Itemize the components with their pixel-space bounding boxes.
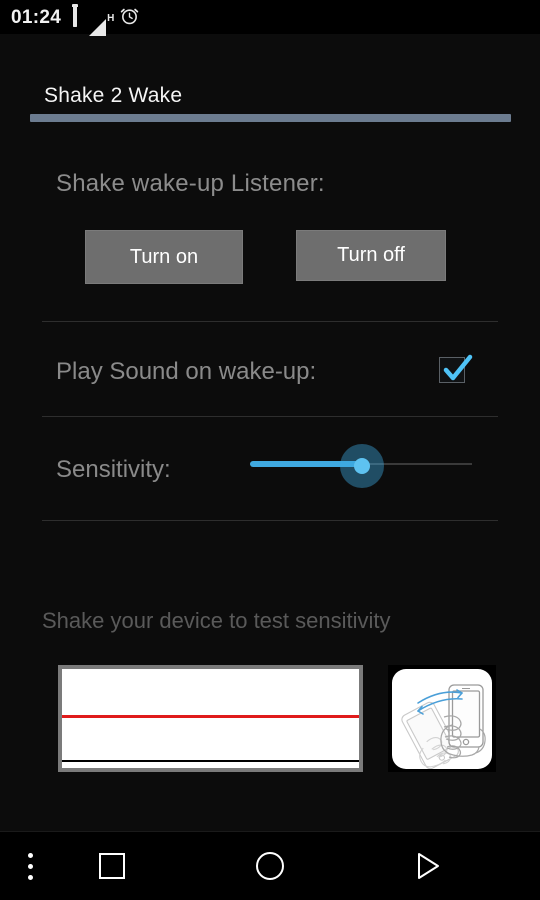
- section-divider: [42, 416, 498, 417]
- section-divider: [42, 520, 498, 521]
- navigation-bar: [0, 831, 540, 900]
- shake-phone-drawing: [401, 683, 486, 769]
- recents-square-icon[interactable]: [78, 832, 146, 900]
- play-triangle-icon: [418, 853, 439, 879]
- title-accent-bar: [30, 114, 511, 122]
- back-triangle-icon[interactable]: [394, 832, 462, 900]
- sensitivity-slider[interactable]: [250, 444, 472, 488]
- test-hint-label: Shake your device to test sensitivity: [42, 608, 391, 633]
- slider-thumb[interactable]: [354, 458, 370, 474]
- page-title: Shake 2 Wake: [44, 84, 183, 107]
- section-divider: [42, 321, 498, 322]
- play-sound-checkbox[interactable]: [439, 354, 473, 385]
- illustration-card: [392, 668, 492, 769]
- turn-on-button[interactable]: Turn on: [85, 230, 243, 284]
- home-circle-icon[interactable]: [236, 832, 304, 900]
- graph-baseline: [62, 760, 359, 762]
- play-sound-label: Play Sound on wake-up:: [56, 358, 317, 385]
- overflow-menu-icon[interactable]: [0, 832, 60, 900]
- turn-off-button[interactable]: Turn off: [296, 230, 446, 281]
- alarm-clock-icon: [101, 4, 140, 31]
- app-screen: 01:24 H Shake 2 Wake Shake wake-up Liste…: [0, 0, 540, 900]
- sensitivity-graph-panel: [58, 665, 363, 772]
- sensitivity-label: Sensitivity:: [56, 456, 171, 483]
- checkmark-icon: [443, 354, 473, 381]
- graph-surface: [62, 669, 359, 768]
- status-bar: 01:24 H: [0, 0, 540, 36]
- status-clock: 01:24: [11, 6, 62, 28]
- shake-phone-illustration: [388, 665, 496, 772]
- graph-threshold-line: [62, 715, 359, 718]
- battery-icon: [73, 6, 78, 27]
- listener-section-label: Shake wake-up Listener:: [56, 170, 325, 197]
